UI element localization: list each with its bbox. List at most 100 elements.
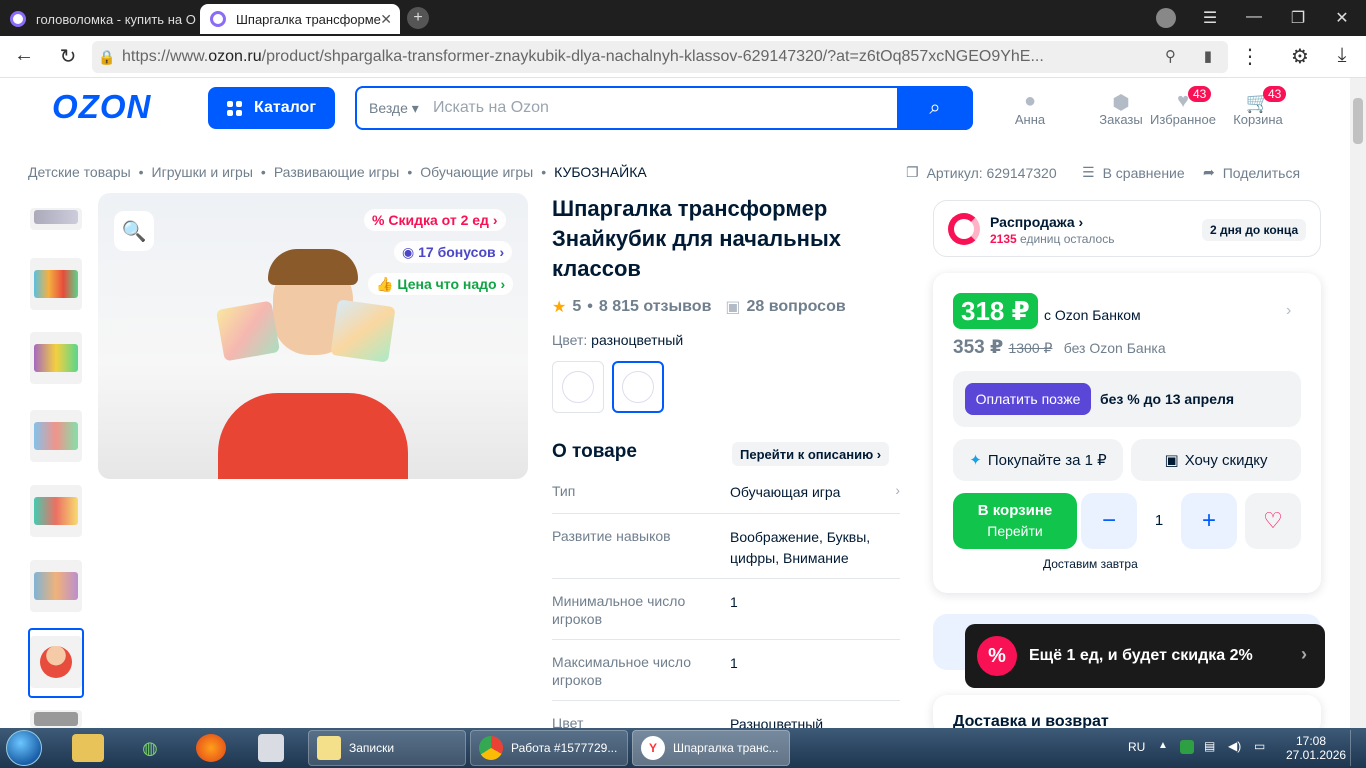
color-swatch[interactable] <box>552 361 604 413</box>
taskbar-yandex-label: Шпаргалка транс... <box>673 741 779 755</box>
questions-count[interactable]: 28 вопросов <box>747 298 846 316</box>
bonus-icon: ◉ <box>402 243 419 260</box>
reviews-count[interactable]: 8 815 отзывов <box>599 298 712 316</box>
tray-expand-icon[interactable]: ▲ <box>1158 740 1168 751</box>
product-main-image[interactable]: 🔍 % Скидка от 2 ед › ◉ 17 бонусов › 👍 Це… <box>98 193 528 479</box>
want-discount-label: Хочу скидку <box>1184 451 1268 469</box>
vertical-scrollbar[interactable] <box>1350 78 1366 728</box>
box-icon: ⬢ <box>1112 92 1130 114</box>
spec-value[interactable]: Обучающая игра <box>730 482 890 503</box>
spec-row: Развитие навыков Воображение, Буквы, циф… <box>552 527 900 579</box>
thumbnail[interactable] <box>30 560 82 612</box>
back-icon[interactable]: ← <box>12 44 36 67</box>
keyboard-icon[interactable]: ▭ <box>1254 739 1265 753</box>
thumbnail[interactable] <box>30 485 82 537</box>
promo-price-badge[interactable]: 👍 Цена что надо › <box>368 273 514 295</box>
spec-key: Развитие навыков <box>552 528 671 544</box>
thumbnail[interactable] <box>30 332 82 384</box>
share-button[interactable]: ➦ Поделиться <box>1203 164 1300 181</box>
address-bar-row: ← ↻ 🔒 https://www.ozon.ru/product/shparg… <box>0 36 1366 78</box>
breadcrumb-item[interactable]: Обучающие игры <box>420 164 533 180</box>
header-cart[interactable]: 🛒 43 Корзина <box>1223 86 1293 127</box>
article-number[interactable]: ❐ Артикул: 629147320 <box>906 164 1057 181</box>
new-tab-button[interactable]: + <box>407 7 429 29</box>
tray-app-icon[interactable] <box>1180 740 1194 754</box>
thumbnail[interactable] <box>30 208 82 230</box>
color-swatch-selected[interactable] <box>612 361 664 413</box>
download-icon[interactable]: ⤓ <box>1330 44 1354 67</box>
thumbnail[interactable] <box>30 258 82 310</box>
want-discount-button[interactable]: ▣ Хочу скидку <box>1131 439 1301 481</box>
share-label: Поделиться <box>1222 164 1301 181</box>
scrollbar-thumb[interactable] <box>1353 98 1363 144</box>
go-to-description-button[interactable]: Перейти к описанию › <box>732 442 890 466</box>
in-cart-button[interactable]: В корзине Перейти <box>953 493 1077 549</box>
sale-title: Распродажа › <box>990 214 1084 230</box>
file-explorer-icon[interactable] <box>72 734 104 762</box>
restore-icon[interactable]: ❐ <box>1288 8 1308 28</box>
bookmark-icon[interactable]: ▮ <box>1204 47 1212 65</box>
close-window-icon[interactable]: ✕ <box>1332 8 1352 28</box>
buy-for-1-button[interactable]: ✦ Покупайте за 1 ₽ <box>953 439 1123 481</box>
breadcrumb-item[interactable]: Детские товары <box>28 164 131 180</box>
header-user[interactable]: ● Анна <box>995 90 1065 127</box>
promo-bonus-badge[interactable]: ◉ 17 бонусов › <box>394 241 513 263</box>
search-input[interactable]: Искать на Ozon <box>433 99 941 117</box>
browser-tab[interactable]: головоломка - купить на О <box>0 4 196 34</box>
header-favorites[interactable]: ♥ 43 Избранное <box>1148 86 1218 127</box>
chevron-right-icon[interactable]: › <box>1286 302 1291 320</box>
taskbar-notes[interactable]: Записки <box>308 730 466 766</box>
firefox-icon[interactable] <box>196 734 226 762</box>
extension-icon[interactable]: ⚙ <box>1288 44 1312 69</box>
breadcrumb-item[interactable]: Развивающие игры <box>274 164 400 180</box>
close-tab-icon[interactable]: ✕ <box>380 11 392 28</box>
minimize-icon[interactable]: — <box>1244 8 1264 26</box>
toast-text: Ещё 1 ед, и будет скидка 2% <box>1029 647 1253 664</box>
sparkle-icon: ✦ <box>969 452 982 469</box>
decrease-qty-button[interactable]: − <box>1081 493 1137 549</box>
discount-toast[interactable]: % Ещё 1 ед, и будет скидка 2% › <box>965 624 1325 688</box>
taskbar-chrome[interactable]: Работа #1577729... <box>470 730 628 766</box>
profile-icon[interactable] <box>1156 8 1176 28</box>
volume-icon[interactable]: ◀) <box>1228 739 1241 753</box>
ozon-favicon-icon <box>210 11 226 27</box>
browser-tab-active[interactable]: Шпаргалка трансформе ✕ <box>200 4 400 34</box>
search-scope-select[interactable]: Везде ▾ <box>357 100 433 117</box>
show-desktop-button[interactable] <box>1350 730 1364 766</box>
url-field[interactable]: 🔒 https://www.ozon.ru/product/shpargalka… <box>92 41 1228 73</box>
promo-discount-badge[interactable]: % Скидка от 2 ед › <box>364 209 506 231</box>
catalog-button[interactable]: Каталог <box>208 87 335 129</box>
taskbar-yandex[interactable]: Y Шпаргалка транс... <box>632 730 790 766</box>
menu-icon[interactable]: ☰ <box>1200 8 1220 28</box>
search-button[interactable]: ⌕ <box>897 86 973 130</box>
rating-row[interactable]: ★ 5 • 8 815 отзывов ▣ 28 вопросов <box>552 297 846 317</box>
more-icon[interactable]: ⋮ <box>1238 44 1262 69</box>
cart-label: Корзина <box>1233 112 1283 127</box>
price-old: 1300 ₽ <box>1008 340 1053 356</box>
pay-later-button[interactable]: Оплатить позже <box>965 383 1091 415</box>
location-pin-icon[interactable]: ⚲ <box>1165 47 1176 65</box>
breadcrumb-item[interactable]: Игрушки и игры <box>152 164 253 180</box>
calculator-icon[interactable] <box>258 734 284 762</box>
ozon-logo[interactable]: OZON <box>52 88 151 126</box>
reload-icon[interactable]: ↻ <box>56 44 80 69</box>
app-leaf-icon[interactable]: ◍ <box>134 734 166 762</box>
clock[interactable]: 17:08 27.01.2026 <box>1286 734 1346 762</box>
start-button[interactable] <box>6 730 42 766</box>
breadcrumb-item[interactable]: КУБОЗНАЙКА <box>554 164 647 180</box>
share-icon: ➦ <box>1203 164 1215 180</box>
color-label: Цвет: <box>552 332 588 348</box>
image-search-icon[interactable]: 🔍 <box>114 211 154 251</box>
network-icon[interactable]: ▤ <box>1204 739 1215 753</box>
language-indicator[interactable]: RU <box>1128 740 1145 754</box>
compare-button[interactable]: ☰ В сравнение <box>1082 164 1185 181</box>
sale-card[interactable]: Распродажа › 2135 единиц осталось 2 дня … <box>933 200 1321 257</box>
header-orders[interactable]: ⬢ Заказы <box>1086 90 1156 127</box>
favorite-button[interactable]: ♡ <box>1245 493 1301 549</box>
sale-ring-icon <box>948 213 980 245</box>
thumbnail[interactable] <box>30 710 82 728</box>
percent-icon: % <box>977 636 1017 676</box>
orders-label: Заказы <box>1099 112 1143 127</box>
thumbnail[interactable] <box>30 410 82 462</box>
increase-qty-button[interactable]: + <box>1181 493 1237 549</box>
